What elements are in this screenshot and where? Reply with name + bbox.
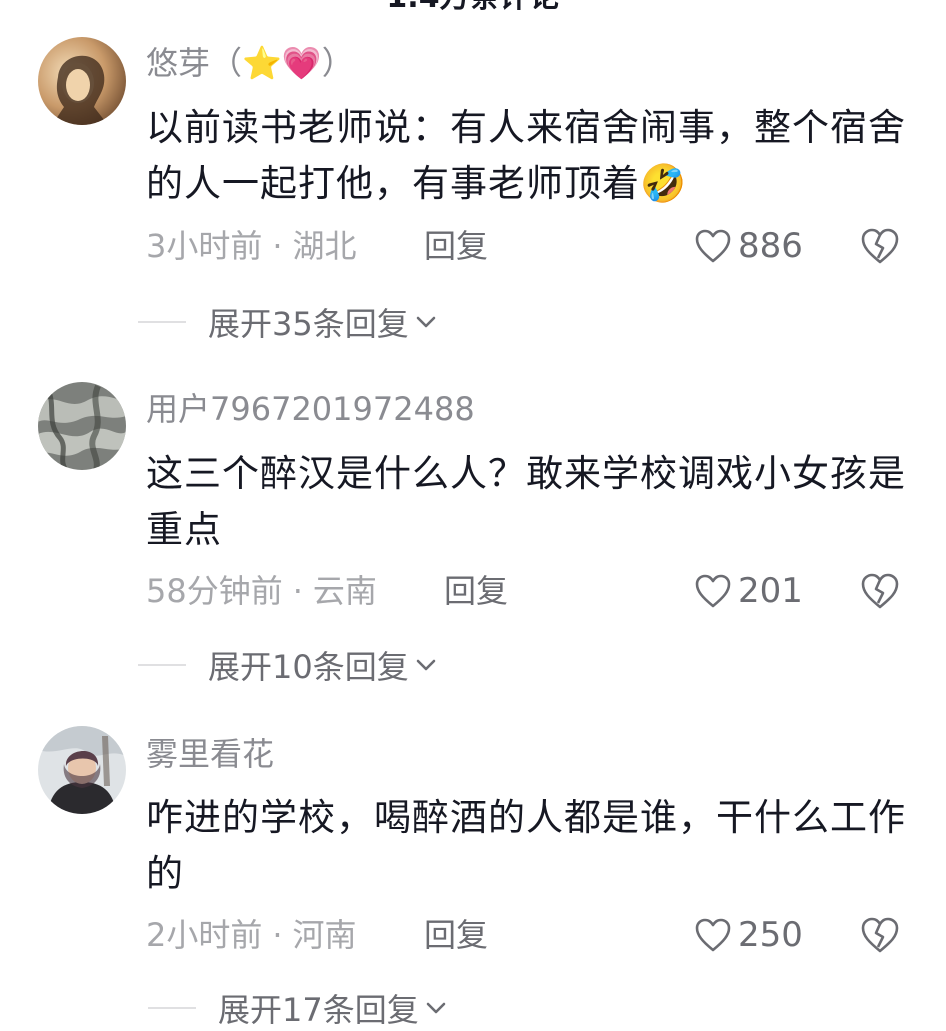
comment-meta: 3小时前 · 湖北 回复 886	[146, 224, 916, 268]
broken-heart-icon[interactable]	[860, 571, 900, 611]
heart-outline-icon	[695, 918, 731, 952]
divider	[138, 321, 186, 323]
chevron-down-icon	[426, 1002, 446, 1014]
expand-replies-label: 展开35条回复	[208, 305, 409, 343]
comment-location: 河南	[292, 916, 357, 954]
comment-text: 咋进的学校，喝醉酒的人都是谁，干什么工作的	[146, 796, 906, 895]
broken-heart-icon[interactable]	[860, 226, 900, 266]
avatar[interactable]	[38, 382, 126, 470]
like-count: 886	[738, 226, 803, 266]
reply-button[interactable]: 回复	[424, 913, 488, 957]
like-button[interactable]: 201	[694, 569, 803, 613]
meta-separator: ·	[272, 916, 283, 954]
expand-replies-label: 展开17条回复	[218, 991, 419, 1029]
expand-replies-button[interactable]: 展开10条回复	[138, 643, 437, 687]
comment-text: 这三个醉汉是什么人？敢来学校调戏小女孩是重点	[146, 452, 906, 551]
divider	[148, 1007, 196, 1009]
expand-replies-button[interactable]: 展开35条回复	[138, 300, 437, 344]
comment-time-location: 3小时前 · 湖北	[146, 224, 357, 268]
comment-time-location: 58分钟前 · 云南	[146, 569, 377, 613]
expand-replies-label: 展开10条回复	[208, 648, 409, 686]
comment-text: 以前读书老师说：有人来宿舍闹事，整个宿舍的人一起打他，有事老师顶着🤣	[146, 106, 906, 205]
meta-separator: ·	[292, 572, 303, 610]
like-count: 201	[738, 571, 803, 611]
comments-count-title: 1.4万条评论	[0, 0, 946, 18]
comment-time: 2小时前	[146, 916, 263, 954]
username[interactable]: 用户7967201972488	[146, 388, 475, 430]
meta-separator: ·	[272, 227, 283, 265]
comment-time-location: 2小时前 · 河南	[146, 913, 357, 957]
comment-meta: 58分钟前 · 云南 回复 201	[146, 569, 916, 613]
heart-outline-icon	[695, 229, 731, 263]
reply-button[interactable]: 回复	[444, 569, 508, 613]
comment-location: 湖北	[292, 227, 357, 265]
comment-time: 3小时前	[146, 227, 263, 265]
heart-outline-icon	[695, 574, 731, 608]
expand-replies-button[interactable]: 展开17条回复	[148, 986, 447, 1030]
divider	[138, 664, 186, 666]
chevron-down-icon	[416, 659, 436, 671]
like-count: 250	[738, 915, 803, 955]
username[interactable]: 悠芽（⭐💗）	[146, 42, 354, 84]
chevron-down-icon	[416, 316, 436, 328]
like-button[interactable]: 250	[694, 913, 803, 957]
like-button[interactable]: 886	[694, 224, 803, 268]
comment-meta: 2小时前 · 河南 回复 250	[146, 913, 916, 957]
broken-heart-icon[interactable]	[860, 915, 900, 955]
comment-location: 云南	[312, 572, 377, 610]
reply-button[interactable]: 回复	[424, 224, 488, 268]
avatar[interactable]	[38, 726, 126, 814]
username[interactable]: 雾里看花	[146, 733, 274, 775]
avatar[interactable]	[38, 37, 126, 125]
comment-time: 58分钟前	[146, 572, 283, 610]
